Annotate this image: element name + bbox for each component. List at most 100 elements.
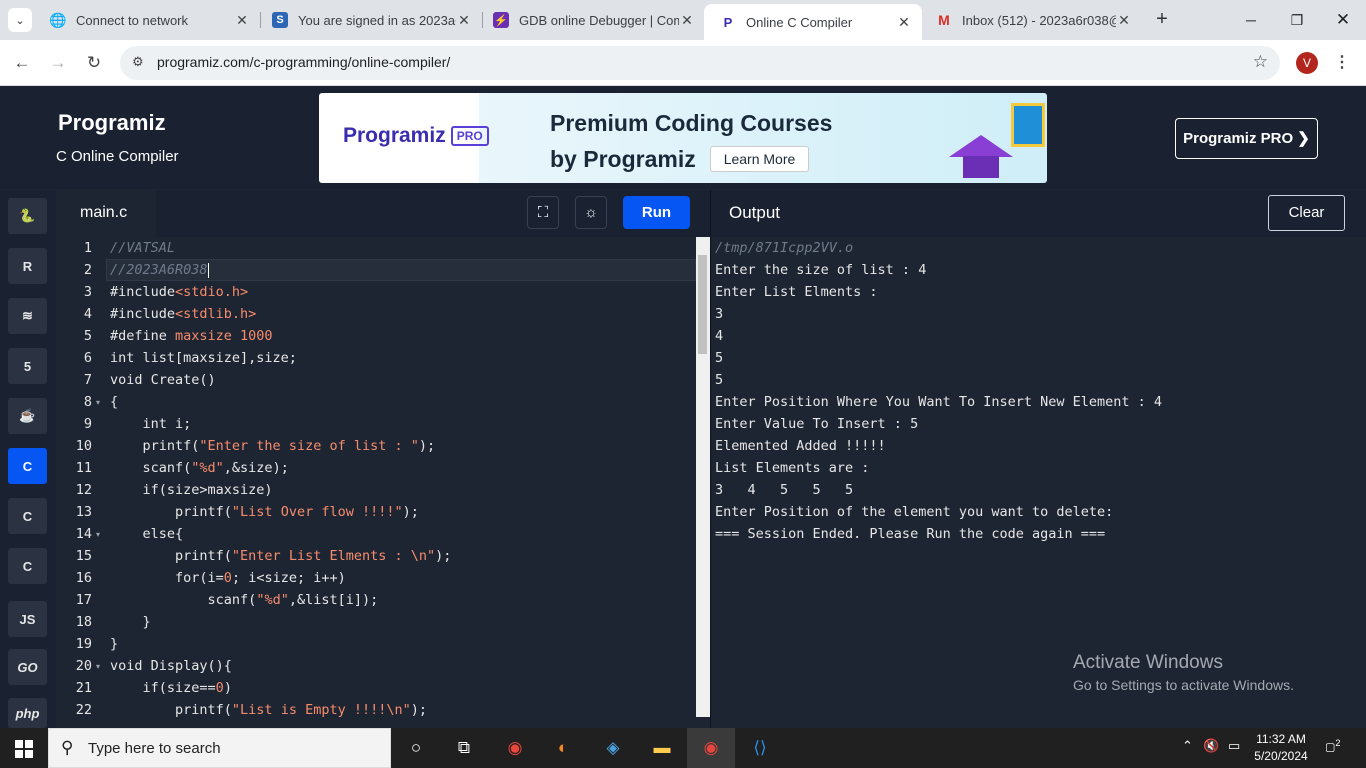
code-line[interactable]: int i; bbox=[110, 416, 192, 432]
mysql-workbench-icon[interactable]: ◈ bbox=[589, 728, 637, 768]
c-language-icon[interactable]: C bbox=[8, 448, 47, 484]
java-icon[interactable]: ☕ bbox=[8, 398, 47, 434]
code-line[interactable]: { bbox=[110, 394, 118, 410]
go-icon[interactable]: GO bbox=[8, 649, 47, 685]
url-text[interactable]: programiz.com/c-programming/online-compi… bbox=[157, 54, 450, 70]
code-line[interactable]: } bbox=[110, 636, 118, 652]
javascript-icon[interactable]: JS bbox=[8, 601, 47, 637]
code-line[interactable]: scanf("%d",&list[i]); bbox=[110, 592, 379, 608]
vscode-icon[interactable]: ⟨⟩ bbox=[736, 728, 784, 768]
taskbar-search[interactable]: ⚲ Type here to search bbox=[48, 728, 391, 768]
minimize-icon[interactable]: ─ bbox=[1228, 0, 1274, 40]
close-tab-icon[interactable]: ✕ bbox=[234, 12, 250, 29]
code-line[interactable]: #include<stdio.h> bbox=[110, 284, 248, 300]
output-line: Enter Position of the element you want t… bbox=[715, 504, 1114, 520]
browser-tab-3[interactable]: P Online C Compiler ✕ bbox=[704, 4, 922, 40]
chrome-icon[interactable]: ◉ bbox=[491, 728, 539, 768]
html-icon[interactable]: 5 bbox=[8, 348, 47, 384]
bookmark-star-icon[interactable]: ☆ bbox=[1253, 52, 1268, 72]
browser-tab-0[interactable]: 🌐 Connect to network ✕ bbox=[34, 0, 260, 40]
code-line[interactable]: //VATSAL bbox=[110, 240, 175, 256]
browser-tab-2[interactable]: ⚡ GDB online Debugger | Com ✕ bbox=[477, 0, 705, 40]
sql-icon[interactable]: ≋ bbox=[8, 298, 47, 334]
programiz-logo[interactable]: Programiz bbox=[58, 110, 166, 136]
fold-arrow-icon[interactable]: ▾ bbox=[96, 398, 100, 407]
fullscreen-icon[interactable]: ⛶ bbox=[527, 196, 559, 229]
restore-icon[interactable]: ❐ bbox=[1274, 0, 1320, 40]
tab-search-dropdown-icon[interactable]: ⌄ bbox=[8, 8, 32, 32]
editor-scrollbar-thumb[interactable] bbox=[698, 255, 707, 354]
close-tab-icon[interactable]: ✕ bbox=[1116, 12, 1132, 29]
code-line[interactable]: printf("Enter List Elments : \n"); bbox=[110, 548, 451, 564]
eclipse-icon[interactable]: ◐ bbox=[539, 728, 587, 768]
address-bar[interactable]: ⚙ programiz.com/c-programming/online-com… bbox=[120, 46, 1280, 80]
php-icon[interactable]: php bbox=[8, 698, 47, 728]
learn-more-button[interactable]: Learn More bbox=[710, 146, 809, 172]
globe-icon: 🌐 bbox=[49, 11, 67, 28]
browser-tab-1[interactable]: S You are signed in as 2023a6r ✕ bbox=[256, 0, 482, 40]
code-editor[interactable]: 1 //VATSAL 2 //2023A6R038 3 #include<stdio.h>… bbox=[56, 237, 696, 717]
back-icon[interactable]: ← bbox=[10, 51, 34, 75]
volume-muted-icon[interactable]: 🔇 bbox=[1203, 738, 1219, 754]
code-line[interactable]: for(i=0; i<size; i++) bbox=[110, 570, 346, 586]
forward-icon[interactable]: → bbox=[46, 51, 70, 75]
fold-arrow-icon[interactable]: ▾ bbox=[96, 530, 100, 539]
cpp-icon[interactable]: C bbox=[8, 498, 47, 534]
code-line[interactable]: } bbox=[110, 614, 151, 630]
tray-chevron-icon[interactable]: ⌃ bbox=[1182, 738, 1193, 754]
clock-time[interactable]: 11:32 AM bbox=[1256, 732, 1306, 746]
code-line[interactable]: int list[maxsize],size; bbox=[110, 350, 297, 366]
fold-arrow-icon[interactable]: ▾ bbox=[96, 662, 100, 671]
code-line[interactable]: scanf("%d",&size); bbox=[110, 460, 289, 476]
site-info-icon[interactable]: ⚙ bbox=[132, 54, 144, 70]
browser-tab-4[interactable]: M Inbox (512) - 2023a6r038@ ✕ bbox=[920, 0, 1142, 40]
code-line[interactable]: #include<stdlib.h> bbox=[110, 306, 256, 322]
graduation-cap-base bbox=[963, 156, 999, 178]
output-line: Enter List Elments : bbox=[715, 284, 878, 300]
network-icon[interactable]: ▭ bbox=[1228, 738, 1240, 754]
task-view-icon[interactable]: ⧉ bbox=[440, 728, 488, 768]
ad-banner[interactable]: Programiz PRO Premium Coding Courses by P… bbox=[319, 93, 1047, 183]
notification-icon[interactable]: ▢2 bbox=[1325, 738, 1343, 756]
file-tab[interactable]: main.c bbox=[56, 190, 156, 237]
output-line: === Session Ended. Please Run the code a… bbox=[715, 526, 1106, 542]
programiz-logo-icon: P bbox=[723, 14, 733, 30]
close-tab-icon[interactable]: ✕ bbox=[679, 12, 695, 29]
line-number: 4 bbox=[83, 306, 92, 322]
code-line[interactable]: if(size==0) bbox=[110, 680, 232, 696]
programiz-pro-button[interactable]: Programiz PRO ❯ bbox=[1175, 118, 1318, 159]
theme-toggle-icon[interactable]: ☼ bbox=[575, 196, 607, 229]
code-line[interactable]: else{ bbox=[110, 526, 184, 542]
banner-logo-text: Programiz bbox=[343, 124, 446, 147]
close-tab-icon[interactable]: ✕ bbox=[896, 14, 912, 31]
profile-avatar[interactable]: V bbox=[1296, 52, 1318, 74]
code-line[interactable]: printf("Enter the size of list : "); bbox=[110, 438, 436, 454]
new-tab-icon[interactable]: + bbox=[1150, 8, 1174, 32]
tab-title: Online C Compiler bbox=[746, 14, 853, 30]
code-line[interactable]: printf("List Over flow !!!!"); bbox=[110, 504, 419, 520]
python-icon[interactable]: 🐍 bbox=[8, 198, 47, 234]
clear-button[interactable]: Clear bbox=[1268, 195, 1345, 231]
windows-start-icon[interactable] bbox=[15, 740, 33, 758]
close-window-icon[interactable]: ✕ bbox=[1320, 0, 1366, 40]
tab-title: You are signed in as 2023a6r bbox=[298, 12, 456, 28]
output-console[interactable]: /tmp/871Icpp2VV.o Enter the size of list … bbox=[711, 237, 1366, 717]
code-line[interactable]: //2023A6R038 bbox=[110, 262, 209, 278]
output-title: Output bbox=[729, 203, 781, 222]
browser-menu-icon[interactable]: ⋮ bbox=[1334, 52, 1350, 72]
code-line[interactable]: void Display(){ bbox=[110, 658, 232, 674]
run-button[interactable]: Run bbox=[623, 196, 690, 229]
banner-logo: Programiz PRO bbox=[343, 124, 489, 148]
cortana-icon[interactable]: ○ bbox=[392, 728, 440, 768]
reload-icon[interactable]: ↻ bbox=[82, 51, 106, 75]
clock-date[interactable]: 5/20/2024 bbox=[1251, 749, 1311, 763]
chrome-profile-icon[interactable]: ◉ bbox=[687, 728, 735, 768]
r-language-icon[interactable]: R bbox=[8, 248, 47, 284]
file-explorer-icon[interactable]: ▬ bbox=[638, 728, 686, 768]
code-line[interactable]: #define maxsize 1000 bbox=[110, 328, 273, 344]
close-tab-icon[interactable]: ✕ bbox=[456, 12, 472, 29]
code-line[interactable]: if(size>maxsize) bbox=[110, 482, 273, 498]
csharp-icon[interactable]: C bbox=[8, 548, 47, 584]
code-line[interactable]: printf("List is Empty !!!!\n"); bbox=[110, 702, 427, 717]
code-line[interactable]: void Create() bbox=[110, 372, 216, 388]
